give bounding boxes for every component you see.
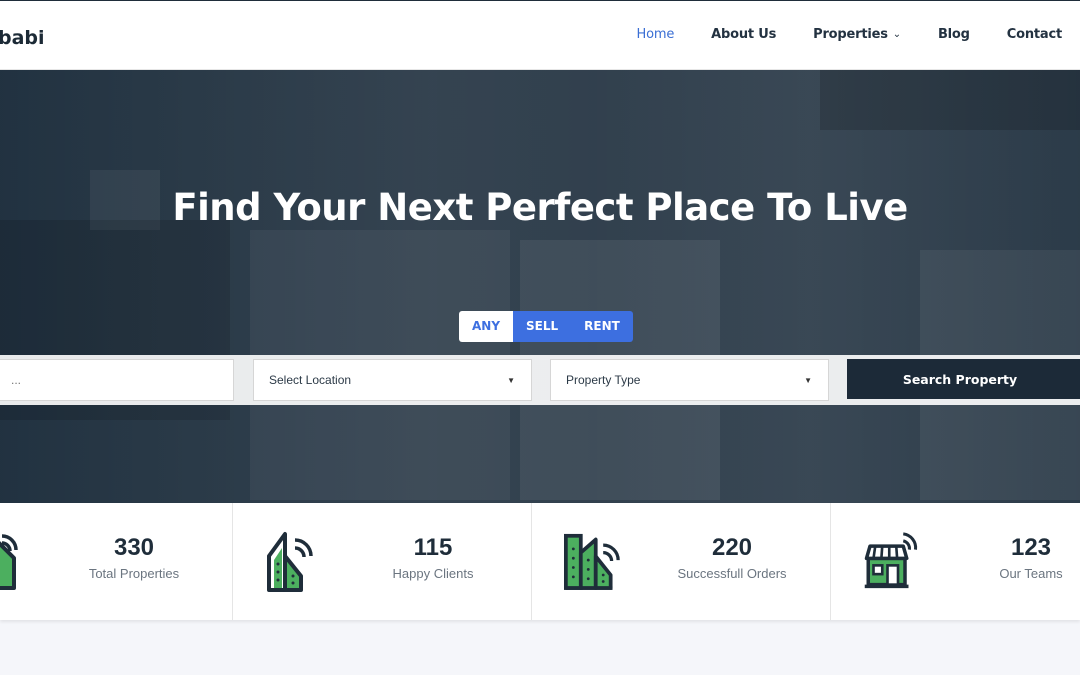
nav-home-label: Home: [636, 27, 675, 42]
property-type-select[interactable]: Property Type ▼: [550, 359, 829, 401]
listing-type-tabs: ANY SELL RENT: [459, 311, 633, 342]
nav-properties[interactable]: Properties ⌄: [813, 27, 901, 42]
site-logo[interactable]: babi: [0, 27, 45, 49]
property-type-value: Property Type: [566, 373, 641, 387]
stat-label: Total Properties: [88, 566, 180, 581]
nav-home[interactable]: Home: [637, 27, 675, 42]
dropdown-caret-icon: ▼: [804, 375, 812, 385]
nav-contact[interactable]: Contact: [1007, 27, 1062, 42]
stat-total-properties: 330 Total Properties: [0, 503, 233, 620]
stat-value: 123: [1010, 534, 1052, 561]
nav-about-label: About Us: [711, 27, 777, 42]
stat-label: Our Teams: [999, 566, 1063, 581]
stat-label: Happy Clients: [392, 566, 474, 581]
nav-contact-label: Contact: [1006, 27, 1062, 42]
background-cabinet: [820, 70, 1080, 130]
location-select-value: Select Location: [269, 373, 352, 387]
building-wifi-icon: [267, 532, 313, 592]
stat-our-teams: 123 Our Teams: [831, 503, 1080, 620]
nav-properties-label: Properties: [813, 27, 888, 42]
dropdown-caret-icon: ▼: [507, 375, 515, 385]
keyword-input[interactable]: [11, 373, 233, 387]
stat-value: 330: [113, 534, 155, 561]
stat-label: Successfull Orders: [677, 566, 787, 581]
buildings-wifi-icon: [564, 533, 620, 590]
stats-bar: 330 Total Properties 115 Happy Clients 2…: [0, 503, 1080, 620]
tab-rent[interactable]: RENT: [571, 311, 633, 342]
stat-successful-orders: 220 Successfull Orders: [532, 503, 831, 620]
hero-title: Find Your Next Perfect Place To Live: [172, 186, 908, 229]
nav-blog-label: Blog: [937, 27, 970, 42]
nav-blog[interactable]: Blog: [938, 27, 970, 42]
keyword-field[interactable]: [0, 359, 234, 401]
property-search-bar: Select Location ▼ Property Type ▼ Search…: [0, 355, 1080, 405]
nav-about-us[interactable]: About Us: [711, 27, 776, 42]
search-property-button[interactable]: Search Property: [847, 359, 1080, 399]
tab-any[interactable]: ANY: [459, 311, 514, 342]
tab-sell[interactable]: SELL: [513, 311, 572, 342]
hero-section: [0, 70, 1080, 503]
stat-value: 220: [711, 534, 753, 561]
store-wifi-icon: [864, 532, 918, 589]
site-header: babi Home About Us Properties ⌄ Blog Cont…: [0, 1, 1080, 70]
location-select[interactable]: Select Location ▼: [253, 359, 532, 401]
stat-value: 115: [413, 534, 453, 561]
chevron-down-icon: ⌄: [892, 29, 901, 40]
house-wifi-icon: [0, 534, 18, 590]
stat-happy-clients: 115 Happy Clients: [233, 503, 532, 620]
main-nav: Home About Us Properties ⌄ Blog Contact: [600, 27, 1063, 42]
